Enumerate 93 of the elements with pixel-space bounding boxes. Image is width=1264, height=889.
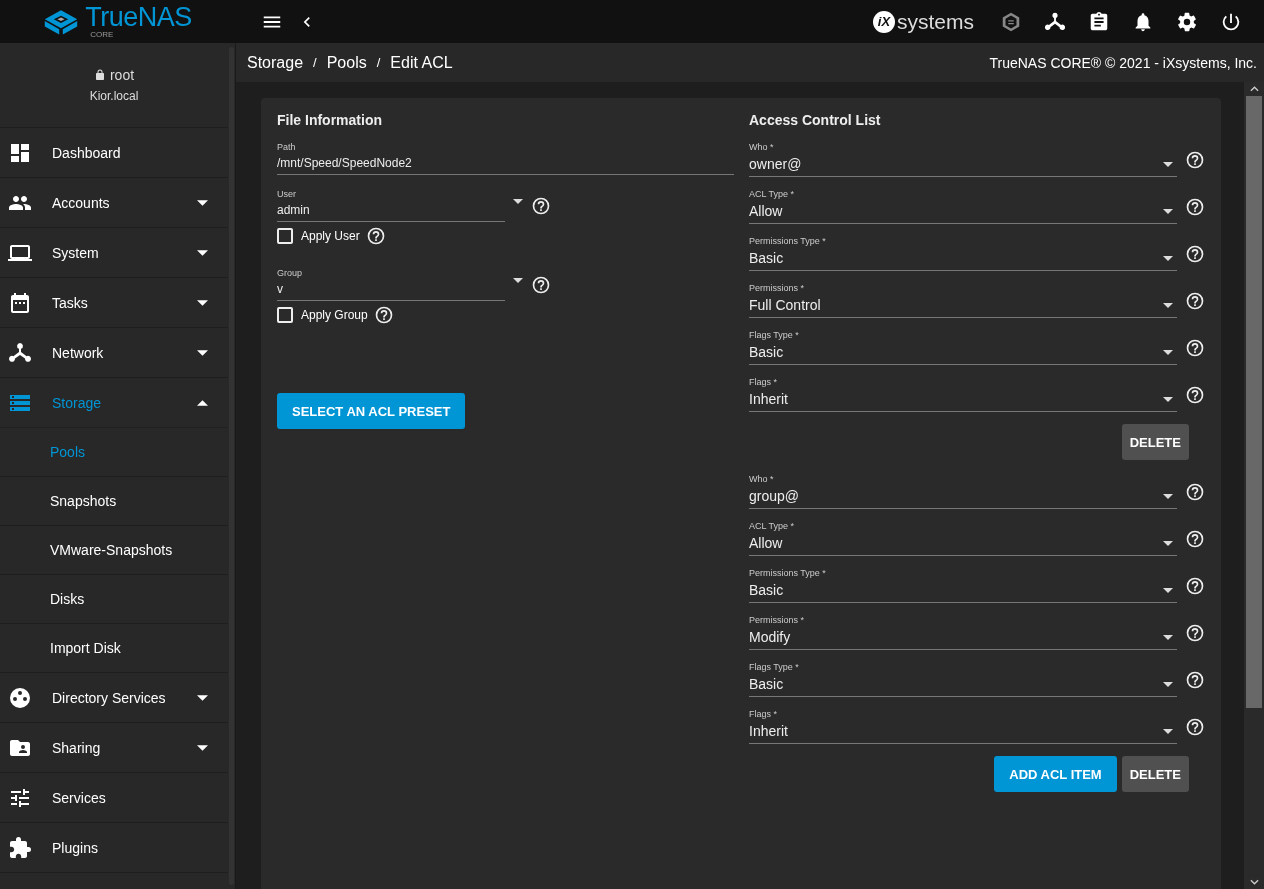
tasks-icon xyxy=(8,290,32,315)
copyright-text: TrueNAS CORE® © 2021 - iXsystems, Inc. xyxy=(989,54,1257,71)
dropdown-arrow-icon[interactable] xyxy=(513,278,523,283)
checkbox-label[interactable]: Apply User xyxy=(301,229,360,243)
checkbox[interactable] xyxy=(277,307,293,323)
path-field[interactable]: Path /mnt/Speed/SpeedNode2 xyxy=(277,142,734,175)
dropdown-arrow-icon[interactable] xyxy=(1163,635,1173,640)
sidebar-subitem[interactable]: Disks xyxy=(0,575,228,624)
sidebar-item[interactable]: Plugins xyxy=(0,823,228,873)
scrollbar[interactable] xyxy=(1244,82,1264,889)
checkbox[interactable] xyxy=(277,228,293,244)
breadcrumb-item: Edit ACL xyxy=(390,53,453,72)
dropdown-arrow-icon[interactable] xyxy=(1163,350,1173,355)
dropdown-arrow-icon[interactable] xyxy=(1163,682,1173,687)
dropdown-arrow-icon[interactable] xyxy=(1163,303,1173,308)
dropdown-arrow-icon[interactable] xyxy=(1163,588,1173,593)
help-icon[interactable] xyxy=(1185,149,1205,170)
delete-button[interactable]: DELETE xyxy=(1121,756,1189,792)
dropdown-arrow-icon[interactable] xyxy=(513,199,523,204)
help-icon[interactable] xyxy=(1185,290,1205,311)
select-field[interactable]: Flags Type * Basic xyxy=(749,330,1177,365)
sidebar-subitem[interactable]: Snapshots xyxy=(0,477,228,526)
help-icon[interactable] xyxy=(531,274,551,295)
select-field[interactable]: Permissions Type * Basic xyxy=(749,568,1177,603)
settings-icon[interactable] xyxy=(1176,10,1198,33)
select-field[interactable]: Flags Type * Basic xyxy=(749,662,1177,697)
cube-icon[interactable] xyxy=(1000,10,1022,33)
dropdown-arrow-icon[interactable] xyxy=(1163,256,1173,261)
sidebar-item[interactable]: Directory Services xyxy=(0,673,228,723)
help-icon[interactable] xyxy=(1185,669,1205,690)
logo-subtitle: CORE xyxy=(90,31,114,39)
vendor-logo-mark: iX xyxy=(873,10,895,33)
dropdown-arrow-icon[interactable] xyxy=(1163,209,1173,214)
group-select[interactable]: Group v xyxy=(277,268,505,301)
network-icon[interactable] xyxy=(1044,10,1066,33)
select-field[interactable]: Who * owner@ xyxy=(749,142,1177,177)
help-icon[interactable] xyxy=(1185,622,1205,643)
breadcrumb-item[interactable]: Pools xyxy=(326,53,367,72)
dropdown-arrow-icon[interactable] xyxy=(1163,397,1173,402)
help-icon[interactable] xyxy=(1185,716,1205,737)
select-field[interactable]: ACL Type * Allow xyxy=(749,521,1177,556)
help-icon[interactable] xyxy=(531,195,551,216)
network-icon xyxy=(8,340,32,365)
sidebar-item[interactable]: Sharing xyxy=(0,723,228,773)
sidebar-subitem[interactable]: Pools xyxy=(0,428,228,477)
sidebar-item[interactable]: Tasks xyxy=(0,278,228,328)
clipboard-icon[interactable] xyxy=(1088,10,1110,33)
plugins-icon xyxy=(8,835,32,860)
lock-icon xyxy=(93,69,106,81)
sidebar-item[interactable]: System xyxy=(0,228,228,278)
dropdown-arrow-icon[interactable] xyxy=(1163,494,1173,499)
section-title: File Information xyxy=(277,112,383,128)
select-field[interactable]: Permissions * Modify xyxy=(749,615,1177,650)
logo-text: TrueNAS xyxy=(85,4,192,31)
breadcrumb-separator: / xyxy=(313,55,317,70)
delete-button[interactable]: DELETE xyxy=(1121,424,1189,460)
sidebar-item[interactable]: Services xyxy=(0,773,228,823)
help-icon[interactable] xyxy=(1185,196,1205,217)
section-title: Access Control List xyxy=(749,112,882,128)
select-field[interactable]: Who * group@ xyxy=(749,474,1177,509)
help-icon[interactable] xyxy=(1185,384,1205,405)
checkbox-label[interactable]: Apply Group xyxy=(301,308,368,322)
select-field[interactable]: Flags * Inherit xyxy=(749,709,1177,744)
help-icon[interactable] xyxy=(1185,528,1205,549)
user-select[interactable]: User admin xyxy=(277,189,505,222)
help-icon[interactable] xyxy=(1185,243,1205,264)
vendor-logo-text: systems xyxy=(897,9,974,34)
sidebar-item[interactable]: Storage xyxy=(0,378,228,428)
select-field[interactable]: Flags * Inherit xyxy=(749,377,1177,412)
select-field[interactable]: Permissions Type * Basic xyxy=(749,236,1177,271)
sidebar-subitem[interactable]: VMware-Snapshots xyxy=(0,526,228,575)
breadcrumb-separator: / xyxy=(376,55,381,70)
help-icon[interactable] xyxy=(365,226,386,246)
directory-icon xyxy=(8,685,32,710)
sidebar-subitem[interactable]: Import Disk xyxy=(0,624,228,673)
sidebar-item[interactable]: Dashboard xyxy=(0,128,228,178)
scrollbar[interactable] xyxy=(229,47,234,885)
dropdown-arrow-icon[interactable] xyxy=(1163,541,1173,546)
username: root xyxy=(109,67,135,83)
scroll-down-icon[interactable] xyxy=(1249,879,1259,885)
sidebar-item[interactable]: Network xyxy=(0,328,228,378)
help-icon[interactable] xyxy=(1185,575,1205,596)
dropdown-arrow-icon[interactable] xyxy=(1163,162,1173,167)
sidebar-item[interactable]: Accounts xyxy=(0,178,228,228)
scroll-up-icon[interactable] xyxy=(1249,86,1259,92)
help-icon[interactable] xyxy=(1185,481,1205,502)
help-icon[interactable] xyxy=(373,305,394,325)
hostname: Kior.local xyxy=(89,89,139,103)
breadcrumb-item[interactable]: Storage xyxy=(247,53,304,72)
dropdown-arrow-icon[interactable] xyxy=(1163,729,1173,734)
select-field[interactable]: Permissions * Full Control xyxy=(749,283,1177,318)
select-field[interactable]: ACL Type * Allow xyxy=(749,189,1177,224)
help-icon[interactable] xyxy=(1185,337,1205,358)
